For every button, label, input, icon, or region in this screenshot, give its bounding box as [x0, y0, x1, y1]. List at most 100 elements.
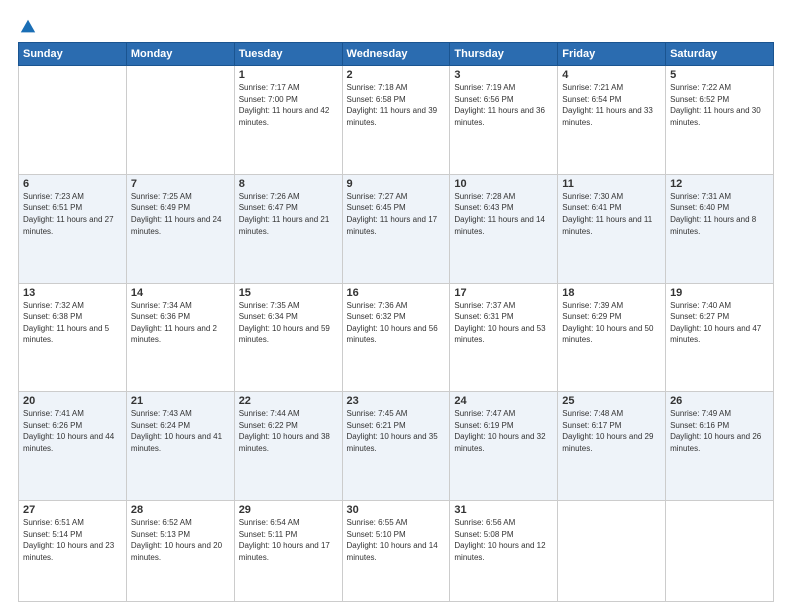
- logo: [18, 18, 37, 32]
- day-number: 21: [131, 395, 230, 407]
- week-row-5: 27Sunrise: 6:51 AM Sunset: 5:14 PM Dayli…: [19, 501, 774, 602]
- day-info: Sunrise: 7:28 AM Sunset: 6:43 PM Dayligh…: [454, 191, 553, 237]
- day-cell: 21Sunrise: 7:43 AM Sunset: 6:24 PM Dayli…: [126, 392, 234, 501]
- day-number: 8: [239, 178, 338, 190]
- day-info: Sunrise: 7:19 AM Sunset: 6:56 PM Dayligh…: [454, 82, 553, 128]
- header: [18, 18, 774, 32]
- day-info: Sunrise: 7:36 AM Sunset: 6:32 PM Dayligh…: [347, 300, 446, 346]
- day-number: 17: [454, 287, 553, 299]
- day-number: 10: [454, 178, 553, 190]
- day-number: 3: [454, 69, 553, 81]
- day-cell: 31Sunrise: 6:56 AM Sunset: 5:08 PM Dayli…: [450, 501, 558, 602]
- day-cell: 23Sunrise: 7:45 AM Sunset: 6:21 PM Dayli…: [342, 392, 450, 501]
- day-cell: 10Sunrise: 7:28 AM Sunset: 6:43 PM Dayli…: [450, 174, 558, 283]
- day-cell: 2Sunrise: 7:18 AM Sunset: 6:58 PM Daylig…: [342, 66, 450, 175]
- day-number: 23: [347, 395, 446, 407]
- day-number: 12: [670, 178, 769, 190]
- day-cell: 8Sunrise: 7:26 AM Sunset: 6:47 PM Daylig…: [234, 174, 342, 283]
- day-cell: 14Sunrise: 7:34 AM Sunset: 6:36 PM Dayli…: [126, 283, 234, 392]
- day-cell: 13Sunrise: 7:32 AM Sunset: 6:38 PM Dayli…: [19, 283, 127, 392]
- day-info: Sunrise: 7:41 AM Sunset: 6:26 PM Dayligh…: [23, 408, 122, 454]
- day-info: Sunrise: 7:48 AM Sunset: 6:17 PM Dayligh…: [562, 408, 661, 454]
- day-info: Sunrise: 7:23 AM Sunset: 6:51 PM Dayligh…: [23, 191, 122, 237]
- day-number: 9: [347, 178, 446, 190]
- day-cell: [19, 66, 127, 175]
- day-number: 1: [239, 69, 338, 81]
- day-cell: 25Sunrise: 7:48 AM Sunset: 6:17 PM Dayli…: [558, 392, 666, 501]
- day-number: 15: [239, 287, 338, 299]
- day-header-thursday: Thursday: [450, 43, 558, 66]
- day-number: 31: [454, 504, 553, 516]
- day-info: Sunrise: 7:49 AM Sunset: 6:16 PM Dayligh…: [670, 408, 769, 454]
- day-info: Sunrise: 7:17 AM Sunset: 7:00 PM Dayligh…: [239, 82, 338, 128]
- day-number: 13: [23, 287, 122, 299]
- day-info: Sunrise: 7:44 AM Sunset: 6:22 PM Dayligh…: [239, 408, 338, 454]
- day-number: 19: [670, 287, 769, 299]
- day-info: Sunrise: 7:31 AM Sunset: 6:40 PM Dayligh…: [670, 191, 769, 237]
- day-cell: 15Sunrise: 7:35 AM Sunset: 6:34 PM Dayli…: [234, 283, 342, 392]
- day-number: 26: [670, 395, 769, 407]
- day-info: Sunrise: 6:56 AM Sunset: 5:08 PM Dayligh…: [454, 517, 553, 563]
- day-cell: 20Sunrise: 7:41 AM Sunset: 6:26 PM Dayli…: [19, 392, 127, 501]
- day-number: 18: [562, 287, 661, 299]
- day-number: 14: [131, 287, 230, 299]
- day-number: 6: [23, 178, 122, 190]
- day-cell: 9Sunrise: 7:27 AM Sunset: 6:45 PM Daylig…: [342, 174, 450, 283]
- day-number: 2: [347, 69, 446, 81]
- day-cell: [666, 501, 774, 602]
- day-info: Sunrise: 6:55 AM Sunset: 5:10 PM Dayligh…: [347, 517, 446, 563]
- day-info: Sunrise: 7:25 AM Sunset: 6:49 PM Dayligh…: [131, 191, 230, 237]
- day-info: Sunrise: 7:40 AM Sunset: 6:27 PM Dayligh…: [670, 300, 769, 346]
- day-info: Sunrise: 6:54 AM Sunset: 5:11 PM Dayligh…: [239, 517, 338, 563]
- day-cell: 3Sunrise: 7:19 AM Sunset: 6:56 PM Daylig…: [450, 66, 558, 175]
- calendar-table: SundayMondayTuesdayWednesdayThursdayFrid…: [18, 42, 774, 602]
- day-number: 5: [670, 69, 769, 81]
- day-cell: 26Sunrise: 7:49 AM Sunset: 6:16 PM Dayli…: [666, 392, 774, 501]
- day-info: Sunrise: 7:45 AM Sunset: 6:21 PM Dayligh…: [347, 408, 446, 454]
- day-info: Sunrise: 6:52 AM Sunset: 5:13 PM Dayligh…: [131, 517, 230, 563]
- week-row-2: 6Sunrise: 7:23 AM Sunset: 6:51 PM Daylig…: [19, 174, 774, 283]
- day-info: Sunrise: 7:35 AM Sunset: 6:34 PM Dayligh…: [239, 300, 338, 346]
- day-cell: 29Sunrise: 6:54 AM Sunset: 5:11 PM Dayli…: [234, 501, 342, 602]
- week-row-3: 13Sunrise: 7:32 AM Sunset: 6:38 PM Dayli…: [19, 283, 774, 392]
- day-number: 22: [239, 395, 338, 407]
- day-number: 20: [23, 395, 122, 407]
- day-number: 16: [347, 287, 446, 299]
- day-info: Sunrise: 7:47 AM Sunset: 6:19 PM Dayligh…: [454, 408, 553, 454]
- day-info: Sunrise: 7:43 AM Sunset: 6:24 PM Dayligh…: [131, 408, 230, 454]
- day-cell: 5Sunrise: 7:22 AM Sunset: 6:52 PM Daylig…: [666, 66, 774, 175]
- day-header-wednesday: Wednesday: [342, 43, 450, 66]
- day-cell: 19Sunrise: 7:40 AM Sunset: 6:27 PM Dayli…: [666, 283, 774, 392]
- day-number: 30: [347, 504, 446, 516]
- day-header-friday: Friday: [558, 43, 666, 66]
- day-cell: 4Sunrise: 7:21 AM Sunset: 6:54 PM Daylig…: [558, 66, 666, 175]
- day-info: Sunrise: 7:21 AM Sunset: 6:54 PM Dayligh…: [562, 82, 661, 128]
- day-number: 29: [239, 504, 338, 516]
- day-cell: 28Sunrise: 6:52 AM Sunset: 5:13 PM Dayli…: [126, 501, 234, 602]
- day-header-monday: Monday: [126, 43, 234, 66]
- day-number: 27: [23, 504, 122, 516]
- day-cell: 27Sunrise: 6:51 AM Sunset: 5:14 PM Dayli…: [19, 501, 127, 602]
- day-cell: [126, 66, 234, 175]
- day-number: 7: [131, 178, 230, 190]
- day-cell: [558, 501, 666, 602]
- week-row-1: 1Sunrise: 7:17 AM Sunset: 7:00 PM Daylig…: [19, 66, 774, 175]
- day-cell: 17Sunrise: 7:37 AM Sunset: 6:31 PM Dayli…: [450, 283, 558, 392]
- day-info: Sunrise: 7:22 AM Sunset: 6:52 PM Dayligh…: [670, 82, 769, 128]
- week-row-4: 20Sunrise: 7:41 AM Sunset: 6:26 PM Dayli…: [19, 392, 774, 501]
- day-info: Sunrise: 7:30 AM Sunset: 6:41 PM Dayligh…: [562, 191, 661, 237]
- day-info: Sunrise: 6:51 AM Sunset: 5:14 PM Dayligh…: [23, 517, 122, 563]
- day-cell: 6Sunrise: 7:23 AM Sunset: 6:51 PM Daylig…: [19, 174, 127, 283]
- page: SundayMondayTuesdayWednesdayThursdayFrid…: [0, 0, 792, 612]
- day-info: Sunrise: 7:39 AM Sunset: 6:29 PM Dayligh…: [562, 300, 661, 346]
- day-header-sunday: Sunday: [19, 43, 127, 66]
- days-header-row: SundayMondayTuesdayWednesdayThursdayFrid…: [19, 43, 774, 66]
- day-cell: 11Sunrise: 7:30 AM Sunset: 6:41 PM Dayli…: [558, 174, 666, 283]
- day-info: Sunrise: 7:34 AM Sunset: 6:36 PM Dayligh…: [131, 300, 230, 346]
- day-number: 11: [562, 178, 661, 190]
- day-info: Sunrise: 7:37 AM Sunset: 6:31 PM Dayligh…: [454, 300, 553, 346]
- day-number: 24: [454, 395, 553, 407]
- day-cell: 12Sunrise: 7:31 AM Sunset: 6:40 PM Dayli…: [666, 174, 774, 283]
- day-cell: 16Sunrise: 7:36 AM Sunset: 6:32 PM Dayli…: [342, 283, 450, 392]
- day-info: Sunrise: 7:32 AM Sunset: 6:38 PM Dayligh…: [23, 300, 122, 346]
